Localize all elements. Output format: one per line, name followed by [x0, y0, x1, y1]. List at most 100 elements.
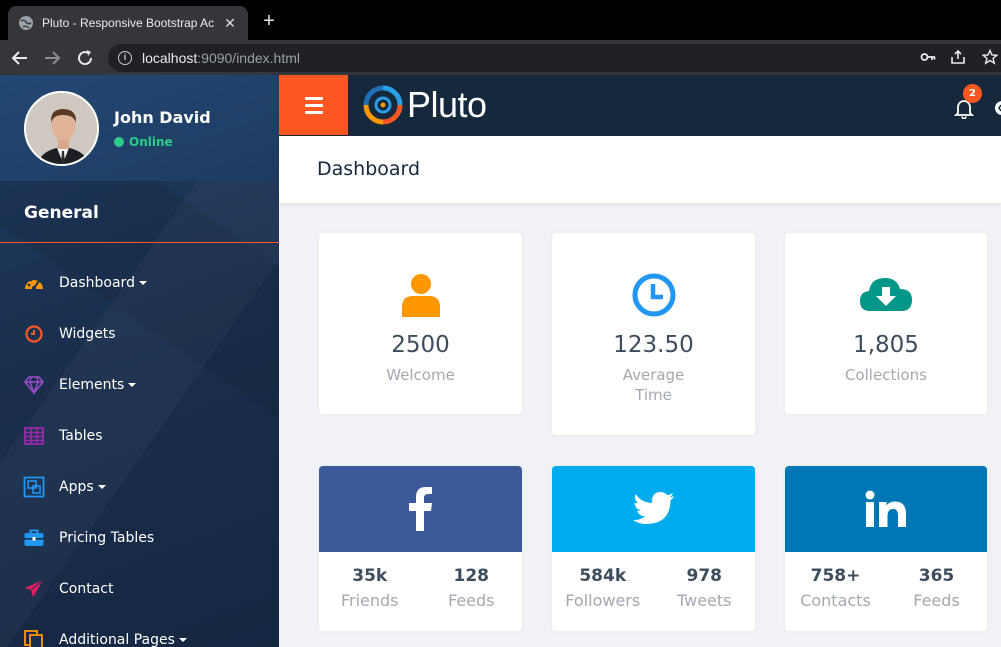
hamburger-line	[304, 110, 323, 114]
forward-button[interactable]	[41, 47, 63, 69]
chevron-down-icon	[97, 485, 106, 489]
paper-plane-icon	[23, 578, 45, 600]
copy-icon	[23, 629, 45, 647]
sidebar-item-label: Apps	[59, 479, 94, 495]
user-status: Online	[114, 135, 173, 149]
social-count: 584k	[579, 566, 627, 586]
sidebar-item-apps[interactable]: Apps	[0, 467, 279, 507]
pluto-logo-icon	[363, 85, 403, 125]
globe-icon	[19, 16, 33, 30]
chevron-down-icon	[178, 638, 187, 642]
back-button[interactable]	[9, 47, 31, 69]
user-name: John David	[114, 108, 211, 127]
url-path: :9090/index.html	[197, 50, 300, 66]
stat-label-line2: Time	[635, 386, 672, 404]
sidebar-item-pricing-tables[interactable]: Pricing Tables	[0, 518, 279, 558]
social-card-linkedin: 758+ Contacts 365 Feeds	[785, 466, 987, 631]
social-label: Friends	[340, 591, 399, 610]
sidebar-item-dashboard[interactable]: Dashboard	[0, 263, 279, 303]
social-count: 758+	[810, 566, 861, 586]
social-card-header[interactable]	[319, 466, 522, 552]
briefcase-icon	[23, 527, 45, 549]
tab-title: Pluto - Responsive Bootstrap Ac	[42, 16, 215, 30]
stat-value: 1,805	[853, 332, 919, 358]
sidebar-item-label: Contact	[59, 581, 114, 597]
share-button[interactable]	[948, 47, 968, 67]
sidebar-item-label: Widgets	[59, 326, 116, 342]
stat-value: 2500	[391, 332, 450, 358]
twitter-icon	[632, 492, 674, 524]
sidebar-item-tables[interactable]: Tables	[0, 416, 279, 456]
notification-badge: 2	[963, 84, 982, 103]
address-bar[interactable]: i localhost:9090/index.html	[108, 44, 1001, 72]
user-icon	[401, 274, 440, 317]
social-label: Contacts	[800, 591, 871, 610]
browser-tab-bar: Pluto - Responsive Bootstrap Ac ✕ +	[0, 0, 1001, 40]
stat-value: 123.50	[613, 332, 694, 358]
stat-label: Welcome	[386, 366, 455, 384]
avatar	[24, 91, 99, 166]
dashboard-icon	[23, 272, 45, 294]
sidebar-item-label: Pricing Tables	[59, 530, 155, 546]
page-title-bar: Dashboard	[279, 136, 1001, 203]
clock-icon	[23, 323, 45, 345]
browser-tab[interactable]: Pluto - Responsive Bootstrap Ac ✕	[8, 6, 248, 40]
stat-card-collections: 1,805 Collections	[785, 233, 987, 414]
top-navbar: Pluto 2	[279, 75, 1001, 136]
hamburger-line	[304, 96, 323, 100]
sidebar-section-title: General	[0, 181, 279, 243]
sidebar-item-widgets[interactable]: Widgets	[0, 314, 279, 354]
stat-label: Collections	[844, 366, 927, 384]
clock-icon	[632, 273, 675, 317]
star-icon	[982, 49, 998, 65]
sidebar-item-elements[interactable]: Elements	[0, 365, 279, 405]
user-menu-icon[interactable]	[993, 99, 1001, 117]
social-count: 978	[686, 566, 723, 586]
key-icon	[920, 53, 936, 61]
brand-logo[interactable]: Pluto	[363, 83, 487, 127]
bookmark-button[interactable]	[980, 47, 1000, 67]
share-icon	[951, 49, 965, 64]
online-status-icon	[114, 137, 124, 147]
linkedin-icon	[865, 490, 906, 527]
sidebar-item-label: Tables	[59, 428, 103, 444]
sidebar-item-additional-pages[interactable]: Additional Pages	[0, 620, 279, 647]
user-status-label: Online	[129, 135, 173, 149]
social-count: 365	[918, 566, 955, 586]
sidebar: John David Online General Dashboard Widg…	[0, 75, 279, 647]
sidebar-toggle-button[interactable]	[279, 75, 348, 135]
arrow-right-icon	[45, 51, 61, 65]
table-icon	[23, 425, 45, 447]
stat-card-welcome: 2500 Welcome	[319, 233, 522, 414]
chevron-down-icon	[128, 383, 137, 387]
social-count: 35k	[352, 566, 388, 586]
social-label: Feeds	[447, 591, 495, 610]
new-tab-button[interactable]: +	[258, 10, 280, 32]
apps-icon	[23, 476, 45, 498]
social-card-twitter: 584k Followers 978 Tweets	[552, 466, 755, 631]
social-label: Feeds	[913, 591, 960, 610]
sidebar-item-label: Dashboard	[59, 275, 135, 291]
social-label: Followers	[565, 591, 641, 610]
url-host: localhost	[142, 50, 198, 66]
social-count: 128	[453, 566, 490, 586]
chevron-down-icon	[138, 281, 147, 285]
stat-label: Average	[622, 366, 685, 384]
social-card-facebook: 35k Friends 128 Feeds	[319, 466, 522, 631]
cloud-download-icon	[860, 278, 912, 311]
sidebar-item-contact[interactable]: Contact	[0, 569, 279, 609]
brand-name: Pluto	[407, 84, 487, 125]
close-tab-icon[interactable]: ✕	[222, 15, 238, 32]
social-card-header[interactable]	[785, 466, 987, 552]
info-icon[interactable]: i	[118, 51, 132, 65]
password-key-button[interactable]	[918, 47, 938, 67]
sidebar-item-label: Additional Pages	[59, 632, 175, 647]
facebook-icon	[408, 487, 432, 531]
social-card-header[interactable]	[552, 466, 755, 552]
user-profile: John David Online	[0, 75, 279, 181]
sidebar-item-label: Elements	[59, 377, 125, 393]
diamond-icon	[23, 374, 45, 396]
hamburger-line	[304, 103, 323, 107]
social-label: Tweets	[676, 591, 732, 610]
reload-button[interactable]	[74, 47, 96, 69]
